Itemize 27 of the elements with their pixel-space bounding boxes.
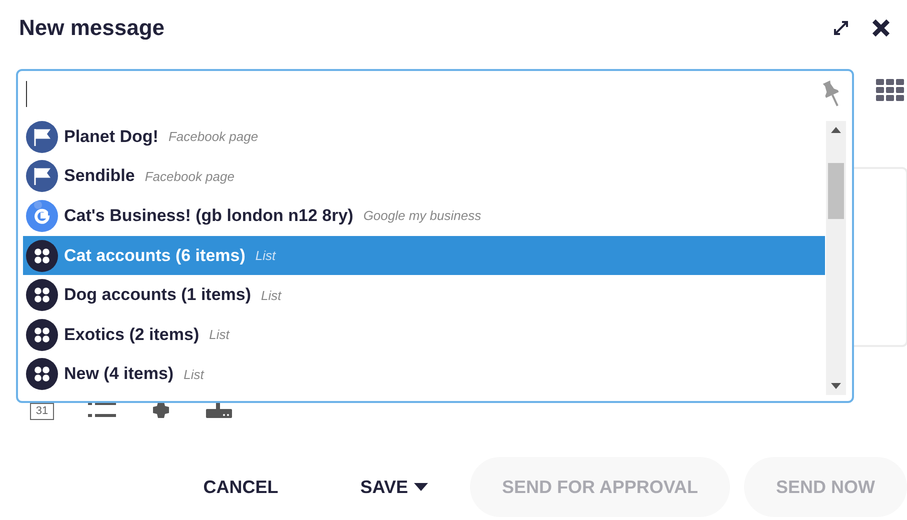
window-title: New message bbox=[19, 15, 166, 41]
grid-icon[interactable] bbox=[876, 79, 904, 101]
recipient-option[interactable]: Dog accounts (1 items) List bbox=[23, 275, 825, 315]
recipient-option[interactable]: Sendible Facebook page bbox=[23, 156, 825, 196]
recipient-option[interactable]: Planet Dog! Facebook page bbox=[23, 117, 825, 157]
scrollbar[interactable] bbox=[826, 121, 846, 395]
google-icon bbox=[26, 200, 58, 232]
dots-icon bbox=[26, 358, 58, 390]
action-button[interactable]: SAVE bbox=[332, 457, 456, 517]
flag-icon bbox=[26, 160, 58, 192]
scroll-up-icon[interactable] bbox=[831, 127, 841, 133]
recipient-option[interactable]: Cat's Business! (gb london n12 8ry) Google my business bbox=[23, 196, 825, 236]
recipient-option[interactable]: New (4 items) List bbox=[23, 354, 825, 394]
scrollbar-thumb[interactable] bbox=[828, 163, 844, 219]
scroll-down-icon[interactable] bbox=[831, 383, 841, 389]
flag-icon bbox=[26, 120, 58, 153]
recipient-option[interactable]: Exotics (2 items) List bbox=[23, 314, 825, 355]
list-icon[interactable] bbox=[88, 402, 116, 418]
dots-icon bbox=[26, 279, 58, 312]
stamp-icon[interactable] bbox=[206, 402, 232, 418]
caret-icon[interactable] bbox=[414, 483, 428, 491]
dots-icon bbox=[26, 240, 58, 272]
calendar-icon[interactable]: 31 bbox=[30, 400, 54, 420]
action-button[interactable]: CANCEL bbox=[175, 457, 306, 517]
expand-icon[interactable] bbox=[833, 20, 849, 36]
dots-icon bbox=[26, 318, 58, 351]
close-icon[interactable] bbox=[871, 18, 891, 38]
